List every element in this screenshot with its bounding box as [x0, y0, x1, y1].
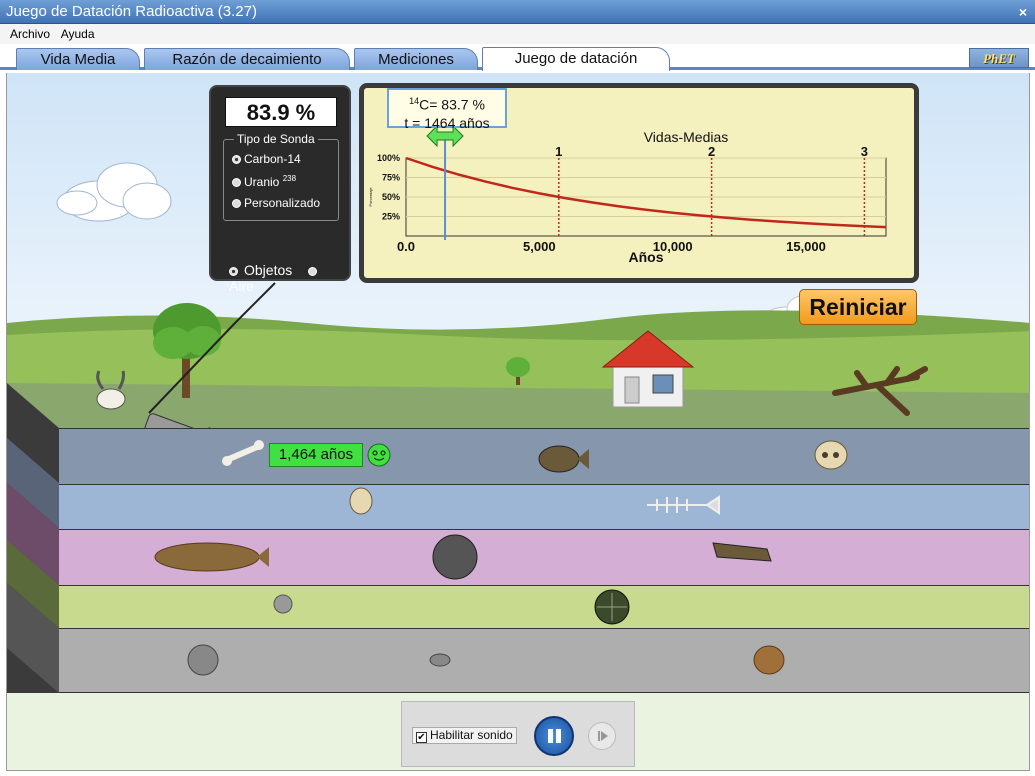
probe-carbon14-label: Carbon-14 [244, 152, 301, 166]
x-tick-label: 0.0 [397, 239, 415, 254]
x-tick-label: 15,000 [786, 239, 826, 254]
half-life-label: 2 [708, 144, 715, 159]
pause-button[interactable] [534, 716, 574, 756]
probe-custom-label: Personalizado [244, 196, 321, 210]
window-title: Juego de Datación Radioactiva (3.27) [6, 3, 257, 20]
probe-uranium-radio[interactable]: Uranio 238 [232, 174, 296, 189]
y-tick-label: 50% [382, 192, 400, 202]
radio-unselected-icon [308, 267, 318, 276]
tab-razon-decaimiento[interactable]: Razón de decaimiento [144, 48, 350, 70]
phet-logo[interactable]: PhET [969, 48, 1029, 68]
x-tick-label: 5,000 [523, 239, 556, 254]
tab-mediciones[interactable]: Mediciones [354, 48, 478, 70]
trilobite-icon[interactable] [594, 589, 630, 625]
half-life-label: 3 [861, 144, 868, 159]
rock-icon-2[interactable] [429, 653, 451, 667]
readout-isotope-line: 14C= 83.7 % [389, 92, 505, 114]
tab-vida-media[interactable]: Vida Media [16, 48, 140, 70]
menu-bar: Archivo Ayuda [0, 24, 1035, 44]
smiley-face-icon [367, 443, 391, 467]
y-tick-label: 100% [377, 153, 400, 163]
simulation-control-bar: ✔ Habilitar sonido [6, 693, 1030, 771]
enable-sound-checkbox[interactable]: ✔ Habilitar sonido [412, 727, 517, 744]
probe-uranium-label: Uranio [244, 175, 280, 189]
y-axis-label: Porcentaje [368, 187, 373, 207]
title-bar: Juego de Datación Radioactiva (3.27) × [0, 0, 1035, 24]
small-skull-icon[interactable] [349, 487, 373, 515]
readout-percent: C= 83.7 % [419, 96, 485, 113]
menu-ayuda[interactable]: Ayuda [61, 27, 95, 41]
target-objects-label: Objetos [244, 262, 293, 278]
x-axis-label: Años [629, 249, 664, 265]
target-air-label: Aire [229, 278, 254, 294]
probe-type-group: Tipo de Sonda Carbon-14 Uranio 238 Perso… [223, 132, 339, 221]
fish-skeleton-icon[interactable] [647, 495, 720, 515]
rock-icon-3[interactable] [753, 645, 785, 675]
rock-gray-icon[interactable] [432, 534, 478, 580]
readout-time: t = 1464 años [404, 114, 490, 131]
probe-target-group: Objetos Aire [229, 262, 349, 294]
target-objects-radio[interactable]: Objetos [229, 262, 298, 278]
close-icon[interactable]: × [1019, 0, 1027, 24]
age-estimate-tag[interactable]: 1,464 años [269, 443, 363, 467]
reset-button[interactable]: Reiniciar [799, 289, 917, 325]
fossil-fish-large-icon[interactable] [154, 542, 269, 572]
fossil-fish-small-icon[interactable] [538, 445, 589, 473]
radio-selected-icon [232, 155, 241, 164]
bone-icon[interactable] [222, 440, 264, 466]
radio-unselected-icon [232, 199, 241, 208]
radio-selected-icon [229, 267, 238, 276]
checkmark-icon: ✔ [416, 732, 427, 743]
tab-bar: Vida Media Razón de decaimiento Medicion… [0, 44, 1035, 71]
radio-unselected-icon [232, 178, 241, 187]
human-skull-icon[interactable] [814, 440, 848, 470]
y-tick-label: 25% [382, 212, 400, 222]
tab-juego-datacion[interactable]: Juego de datación [482, 47, 670, 71]
uranium-superscript: 238 [282, 174, 297, 183]
chart-title: Vidas-Medias [644, 129, 729, 145]
probe-percent-readout: 83.9 % [225, 97, 337, 127]
isotope-superscript: 14 [409, 96, 420, 106]
dating-game-scene: 83.9 % Tipo de Sonda Carbon-14 Uranio 23… [6, 73, 1030, 693]
probe-custom-radio[interactable]: Personalizado [232, 196, 320, 210]
probe-carbon14-radio[interactable]: Carbon-14 [232, 152, 301, 166]
small-rock-icon[interactable] [273, 594, 293, 614]
probe-panel: 83.9 % Tipo de Sonda Carbon-14 Uranio 23… [209, 85, 351, 294]
step-button[interactable] [588, 722, 616, 750]
decay-readout: 14C= 83.7 % t = 1464 años [387, 88, 507, 131]
clock-control-panel: ✔ Habilitar sonido [401, 701, 635, 767]
half-life-label: 1 [555, 144, 562, 159]
probe-type-label: Tipo de Sonda [234, 132, 318, 146]
enable-sound-label: Habilitar sonido [430, 728, 513, 742]
dinosaur-skull-icon[interactable] [712, 542, 772, 562]
menu-archivo[interactable]: Archivo [10, 27, 50, 41]
rock-icon-1[interactable] [187, 644, 219, 676]
y-tick-label: 75% [382, 173, 400, 183]
